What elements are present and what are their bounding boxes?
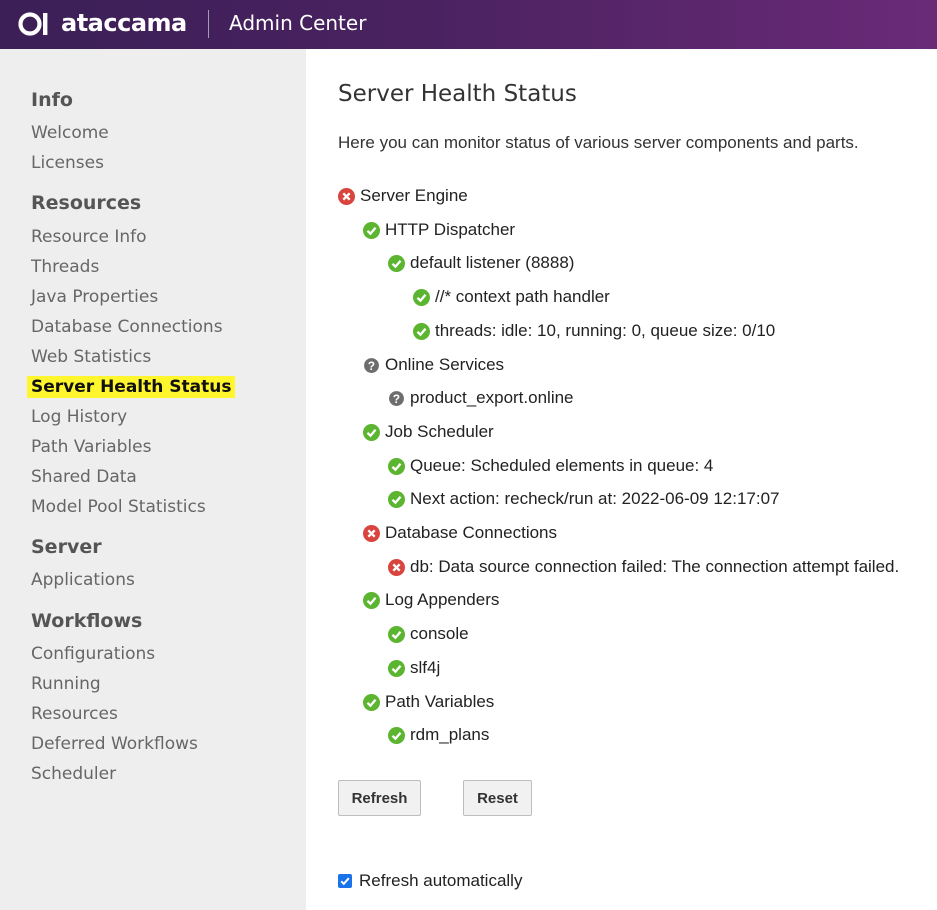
svg-text:?: ? xyxy=(368,359,375,372)
health-tree-row: threads: idle: 10, running: 0, queue siz… xyxy=(413,320,775,342)
health-tree-label: product_export.online xyxy=(410,388,574,407)
health-tree-label: Path Variables xyxy=(385,692,495,711)
check-circle-icon xyxy=(388,457,405,475)
nav-item-model-pool-statistics[interactable]: Model Pool Statistics xyxy=(31,497,206,517)
nav-item-configurations[interactable]: Configurations xyxy=(31,644,155,664)
error-circle-icon xyxy=(388,558,405,576)
ataccama-logo-icon[interactable] xyxy=(18,10,50,38)
health-tree-row: Next action: recheck/run at: 2022-06-09 … xyxy=(388,488,780,510)
health-tree-label: Online Services xyxy=(385,355,505,374)
check-circle-icon xyxy=(363,221,380,239)
health-tree-label: slf4j xyxy=(410,658,441,677)
check-circle-icon xyxy=(388,625,405,643)
nav-item-log-history[interactable]: Log History xyxy=(31,407,127,427)
nav-item-scheduler[interactable]: Scheduler xyxy=(31,764,116,784)
nav-item-licenses[interactable]: Licenses xyxy=(31,153,104,173)
health-tree-row: Path Variables xyxy=(363,691,494,713)
health-tree-row: Job Scheduler xyxy=(363,421,494,443)
health-tree-label: db: Data source connection failed: The c… xyxy=(410,557,900,576)
auto-refresh-toggle[interactable]: Refresh automatically xyxy=(338,871,522,891)
svg-text:?: ? xyxy=(393,392,400,405)
health-tree-label: Log Appenders xyxy=(385,590,500,609)
nav-item-resource-info[interactable]: Resource Info xyxy=(31,227,147,247)
health-tree-label: Job Scheduler xyxy=(385,422,494,441)
health-tree-row: Queue: Scheduled elements in queue: 4 xyxy=(388,455,713,477)
check-circle-icon xyxy=(388,254,405,272)
health-tree-row: Server Engine xyxy=(338,185,468,207)
nav-item-web-statistics[interactable]: Web Statistics xyxy=(31,347,151,367)
header-divider xyxy=(208,10,209,38)
check-circle-icon xyxy=(413,322,430,340)
health-tree-label: HTTP Dispatcher xyxy=(385,220,516,239)
nav-item-java-properties[interactable]: Java Properties xyxy=(31,287,158,307)
health-tree-label: default listener (8888) xyxy=(410,253,575,272)
brand-name[interactable]: ataccama xyxy=(61,9,187,37)
app-title: Admin Center xyxy=(229,11,367,35)
error-circle-icon xyxy=(338,187,355,205)
reset-button[interactable]: Reset xyxy=(463,780,532,816)
page-title: Server Health Status xyxy=(338,81,577,107)
health-tree-row: console xyxy=(388,623,469,645)
health-tree-label: rdm_plans xyxy=(410,725,490,744)
nav-item-deferred-workflows[interactable]: Deferred Workflows xyxy=(31,734,198,754)
nav-item-applications[interactable]: Applications xyxy=(31,570,135,590)
check-circle-icon xyxy=(363,693,380,711)
health-tree-row: ? Online Services xyxy=(363,354,504,376)
check-circle-icon xyxy=(388,490,405,508)
health-tree-row: slf4j xyxy=(388,657,440,679)
health-tree-row: Log Appenders xyxy=(363,589,499,611)
nav-group-resources: Resources xyxy=(31,192,142,214)
health-tree-label: Database Connections xyxy=(385,523,558,542)
health-tree-row: HTTP Dispatcher xyxy=(363,219,515,241)
health-tree-row: Database Connections xyxy=(363,522,557,544)
refresh-button[interactable]: Refresh xyxy=(338,780,421,816)
auto-refresh-label: Refresh automatically xyxy=(359,871,523,890)
health-tree-label: console xyxy=(410,624,469,643)
check-circle-icon xyxy=(388,659,405,677)
error-circle-icon xyxy=(363,524,380,542)
health-tree-label: Server Engine xyxy=(360,186,468,205)
nav-group-info: Info xyxy=(31,89,73,111)
nav-item-resources[interactable]: Resources xyxy=(31,704,118,724)
checkmark-icon xyxy=(340,877,350,886)
check-circle-icon xyxy=(388,726,405,744)
nav-item-running[interactable]: Running xyxy=(31,674,101,694)
health-tree-row: //* context path handler xyxy=(413,286,610,308)
nav-item-database-connections[interactable]: Database Connections xyxy=(31,317,223,337)
auto-refresh-checkbox[interactable] xyxy=(338,874,352,888)
page-description: Here you can monitor status of various s… xyxy=(338,133,859,152)
health-tree-label: Next action: recheck/run at: 2022-06-09 … xyxy=(410,489,780,508)
top-bar: ataccama Admin Center xyxy=(0,0,937,49)
health-tree-label: Queue: Scheduled elements in queue: 4 xyxy=(410,456,714,475)
question-circle-icon: ? xyxy=(388,390,405,407)
check-circle-icon xyxy=(363,591,380,609)
nav-group-workflows: Workflows xyxy=(31,610,143,632)
health-tree-label: //* context path handler xyxy=(435,287,610,306)
health-tree-row: db: Data source connection failed: The c… xyxy=(388,556,899,578)
nav-item-welcome[interactable]: Welcome xyxy=(31,123,109,143)
health-tree-row: default listener (8888) xyxy=(388,252,574,274)
health-tree-row: rdm_plans xyxy=(388,724,489,746)
nav-item-shared-data[interactable]: Shared Data xyxy=(31,467,137,487)
sidebar: Info Welcome Licenses Resources Resource… xyxy=(0,49,306,910)
nav-item-threads[interactable]: Threads xyxy=(31,257,99,277)
check-circle-icon xyxy=(363,423,380,441)
main-content: Server Health Status Here you can monito… xyxy=(306,49,937,910)
check-circle-icon xyxy=(413,288,430,306)
nav-item-server-health-status[interactable]: Server Health Status xyxy=(27,376,236,398)
question-circle-icon: ? xyxy=(363,357,380,374)
health-tree-label: threads: idle: 10, running: 0, queue siz… xyxy=(435,321,776,340)
health-tree-row: ? product_export.online xyxy=(388,387,574,409)
nav-group-server: Server xyxy=(31,536,102,558)
nav-item-path-variables[interactable]: Path Variables xyxy=(31,437,151,457)
